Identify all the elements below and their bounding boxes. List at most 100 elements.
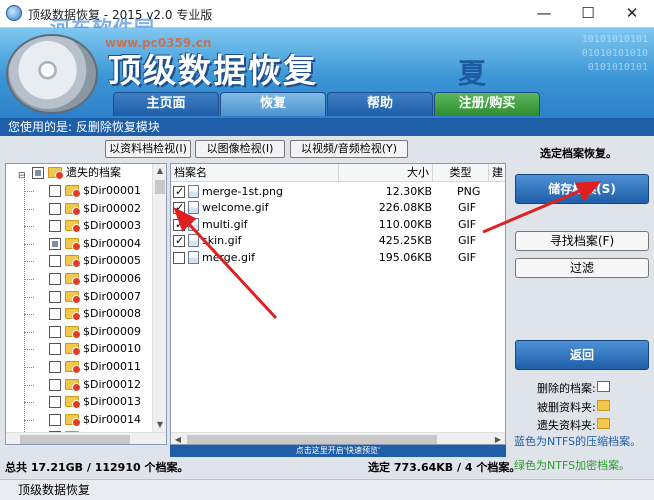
filter-button[interactable]: 过滤 <box>515 258 649 278</box>
tree-item-checkbox[interactable] <box>49 396 61 409</box>
maximize-icon[interactable]: ☐ <box>566 0 610 28</box>
table-row[interactable]: multi.gif 110.00KB GIF <box>171 217 505 233</box>
tree-item[interactable]: $Dir00012 <box>6 376 154 394</box>
table-row[interactable]: merge.gif 195.06KB GIF <box>171 250 505 266</box>
column-name[interactable]: 档案名 <box>171 164 339 182</box>
tab-recover[interactable]: 恢复 <box>220 92 326 116</box>
tree-item-label: $Dir00011 <box>83 360 142 373</box>
quick-preview-bar[interactable]: 点击这里开启'快速预览' <box>170 445 506 457</box>
tree-item-label: $Dir00013 <box>83 395 142 409</box>
back-button[interactable]: 返回 <box>515 340 649 370</box>
tree-item[interactable]: $Dir00010 <box>6 340 154 358</box>
tree-item-checkbox[interactable] <box>49 237 61 250</box>
legend-deleted-file: 删除的档案: <box>537 382 596 395</box>
table-row[interactable]: welcome.gif 226.08KB GIF <box>171 200 505 216</box>
tree-item-checkbox[interactable] <box>49 378 61 391</box>
tree-item-checkbox[interactable] <box>49 220 61 233</box>
lost-folder-icon <box>65 255 81 269</box>
tree-item[interactable]: $Dir00011 <box>6 358 154 376</box>
tree-horizontal-scrollbar[interactable] <box>6 432 166 444</box>
scroll-left-icon[interactable]: ◀ <box>171 433 185 444</box>
view-docs-button[interactable]: 以资料档检视(I) <box>105 140 191 158</box>
column-type[interactable]: 类型 <box>433 164 489 182</box>
tree-item-checkbox[interactable] <box>49 290 61 303</box>
tree-connector <box>24 349 34 351</box>
mode-bar: 您使用的是: 反删除恢复模块 <box>0 118 654 136</box>
title-bar: 顶级数据恢复 - 2015 v2.0 专业版 河东软件园 — ☐ ✕ <box>0 0 654 40</box>
tree-item-checkbox[interactable] <box>49 273 61 285</box>
tree-item-checkbox[interactable] <box>49 413 61 426</box>
binary-decoration: 10101010101 <box>581 34 648 45</box>
file-size: 195.06KB <box>378 250 432 264</box>
minimize-icon[interactable]: — <box>522 0 566 28</box>
scroll-up-icon[interactable]: ▲ <box>153 164 166 178</box>
save-files-button[interactable]: 储存档案(S) <box>515 174 649 204</box>
lost-folder-icon <box>65 220 81 234</box>
list-horizontal-scrollbar[interactable]: ◀ ▶ <box>171 432 505 444</box>
lost-folder-icon <box>65 361 81 374</box>
tree-item-label: $Dir00001 <box>83 184 142 197</box>
tree-item[interactable]: $Dir00004 <box>6 235 154 253</box>
tree-connector <box>24 419 34 421</box>
tree-item[interactable]: $Dir00006 <box>6 270 154 288</box>
tree-root-checkbox[interactable] <box>32 167 44 179</box>
tree-item[interactable]: $Dir00003 <box>6 217 154 235</box>
lost-folder-icon <box>65 396 81 410</box>
file-checkbox[interactable] <box>173 251 185 264</box>
file-checkbox[interactable] <box>173 233 185 249</box>
tree-connector <box>24 226 34 228</box>
tree-item[interactable]: $Dir00005 <box>6 252 154 270</box>
table-row[interactable]: merge-1st.png 12.30KB PNG <box>171 184 505 200</box>
tree-item-checkbox[interactable] <box>49 255 61 268</box>
lost-folder-icon <box>597 418 610 429</box>
file-checkbox[interactable] <box>173 200 185 216</box>
scroll-thumb[interactable] <box>155 180 165 194</box>
tree-root[interactable]: ⊟ 遗失的档案 <box>6 164 154 182</box>
lost-folder-icon <box>65 325 81 339</box>
file-checkbox[interactable] <box>173 184 185 200</box>
tree-item-checkbox[interactable] <box>49 325 61 338</box>
lost-folder-icon <box>65 185 81 198</box>
tree-item[interactable]: $Dir00009 <box>6 323 154 341</box>
scroll-thumb[interactable] <box>20 435 130 444</box>
image-file-icon <box>188 185 199 198</box>
file-name: multi.gif <box>202 217 248 231</box>
tree-vertical-scrollbar[interactable]: ▲ ▼ <box>152 164 166 432</box>
tab-home[interactable]: 主页面 <box>113 92 219 116</box>
view-video-button[interactable]: 以视频/音频检视(Y) <box>290 140 408 158</box>
file-name: welcome.gif <box>202 201 269 215</box>
table-row[interactable]: skin.gif 425.25KB GIF <box>171 233 505 249</box>
tree-item[interactable]: $Dir00007 <box>6 288 154 306</box>
tree-item[interactable]: $Dir00013 <box>6 393 154 411</box>
tree-item-checkbox[interactable] <box>49 343 61 356</box>
app-icon <box>6 5 22 21</box>
scroll-down-icon[interactable]: ▼ <box>153 418 166 432</box>
find-files-button[interactable]: 寻找档案(F) <box>515 231 649 251</box>
folder-tree[interactable]: ⊟ 遗失的档案 $Dir00001 $Dir00002 $Dir00003 $Dir0… <box>5 163 167 445</box>
binary-decoration: 0101010101 <box>587 62 648 73</box>
tree-item-checkbox[interactable] <box>49 185 61 197</box>
tree-item[interactable]: $Dir00008 <box>6 305 154 323</box>
tree-connector <box>24 296 34 298</box>
file-size: 425.25KB <box>378 234 432 248</box>
file-size: 12.30KB <box>385 185 432 198</box>
file-list[interactable]: 档案名 大小 类型 建 merge-1st.png 12.30KB PNG welco… <box>170 163 506 445</box>
tree-item[interactable]: $Dir00014 <box>6 411 154 429</box>
tab-register[interactable]: 注册/购买 <box>434 92 540 116</box>
tree-item-checkbox[interactable] <box>49 202 61 215</box>
tree-connector <box>24 191 34 192</box>
view-images-button[interactable]: 以图像检视(I) <box>195 140 285 158</box>
column-size[interactable]: 大小 <box>339 164 433 182</box>
file-checkbox[interactable] <box>173 217 185 233</box>
close-icon[interactable]: ✕ <box>610 0 654 28</box>
tree-item-checkbox[interactable] <box>49 308 61 321</box>
tree-item[interactable]: $Dir00001 <box>6 182 154 200</box>
file-name: skin.gif <box>202 234 242 248</box>
column-extra[interactable]: 建 <box>489 164 505 182</box>
image-file-icon <box>188 250 199 264</box>
scroll-thumb[interactable] <box>187 435 437 444</box>
tree-item-checkbox[interactable] <box>49 361 61 373</box>
tab-help[interactable]: 帮助 <box>327 92 433 116</box>
tree-item[interactable]: $Dir00002 <box>6 200 154 218</box>
scroll-right-icon[interactable]: ▶ <box>491 433 505 444</box>
